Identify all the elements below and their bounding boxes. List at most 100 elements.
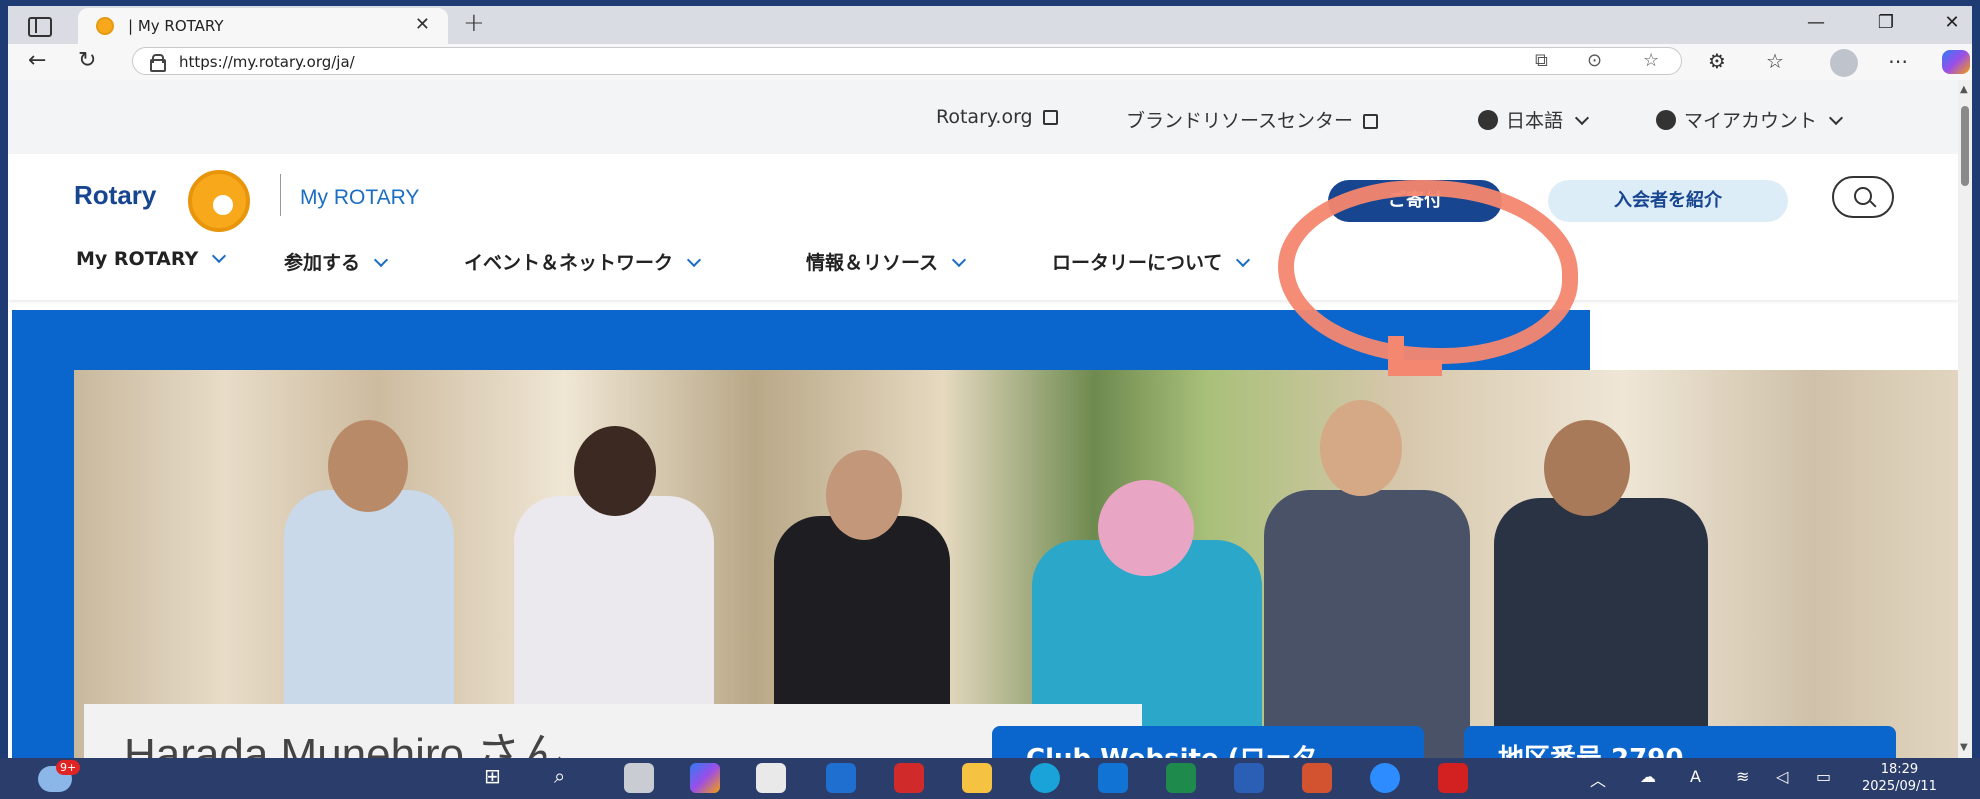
back-icon[interactable]: ← bbox=[28, 48, 46, 73]
scroll-up-icon[interactable]: ▲ bbox=[1960, 84, 1968, 95]
rotary-wheel-icon[interactable] bbox=[188, 170, 250, 232]
scrollbar[interactable]: ▲ ▼ bbox=[1958, 80, 1972, 758]
nav-label: My ROTARY bbox=[76, 248, 199, 270]
my-rotary-logo-text[interactable]: My ROTARY bbox=[300, 186, 419, 210]
club-website-card[interactable]: Club Website (ロータ bbox=[992, 726, 1424, 758]
nav-resources[interactable]: 情報＆リソース bbox=[806, 248, 967, 275]
district-label: 地区番号 2790 bbox=[1498, 738, 1683, 758]
scrollbar-thumb[interactable] bbox=[1961, 106, 1969, 186]
copilot-icon[interactable] bbox=[1942, 50, 1970, 74]
minimize-icon[interactable]: — bbox=[1796, 12, 1836, 33]
edge-icon[interactable] bbox=[1030, 763, 1060, 793]
copilot-app-icon[interactable] bbox=[690, 763, 720, 793]
external-link-icon bbox=[1363, 114, 1379, 129]
battery-icon[interactable]: ▭ bbox=[1816, 767, 1831, 786]
word-icon[interactable] bbox=[1234, 763, 1264, 793]
rotary-favicon-icon bbox=[96, 17, 114, 35]
person-head bbox=[574, 426, 656, 516]
chevron-down-icon bbox=[1574, 110, 1590, 126]
person-figure bbox=[1264, 490, 1470, 758]
page-viewport: Rotary.org ブランドリソースセンター 日本語 マイアカウント Rota… bbox=[8, 80, 1972, 758]
extensions-icon[interactable]: ⚙ bbox=[1708, 49, 1726, 73]
restore-icon[interactable]: ❐ bbox=[1866, 12, 1906, 33]
acrobat-icon[interactable] bbox=[1438, 763, 1468, 793]
browser-tab[interactable]: | My ROTARY ✕ bbox=[78, 8, 448, 44]
search-icon[interactable]: ⌕ bbox=[554, 764, 565, 788]
globe-icon bbox=[1478, 110, 1498, 130]
person-figure bbox=[1494, 498, 1708, 758]
chevron-up-icon[interactable]: ︿ bbox=[1590, 767, 1606, 791]
mcafee-icon[interactable] bbox=[894, 763, 924, 793]
excel-icon[interactable] bbox=[1166, 763, 1196, 793]
nav-label: 情報＆リソース bbox=[806, 252, 939, 274]
person-head bbox=[1320, 400, 1402, 496]
hero-photo bbox=[74, 370, 1964, 758]
file-explorer-icon[interactable] bbox=[962, 763, 992, 793]
external-link-icon bbox=[1042, 110, 1058, 125]
nav-participate[interactable]: 参加する bbox=[284, 248, 389, 275]
brand-center-link[interactable]: ブランドリソースセンター bbox=[1126, 106, 1379, 133]
address-bar: ← ↻ https://my.rotary.org/ja/ ⧉ ⊙ ☆ ⚙ ☆ … bbox=[8, 44, 1972, 80]
zoom-icon[interactable] bbox=[1370, 763, 1400, 793]
tab-bar: | My ROTARY ✕ + — ❐ ✕ bbox=[8, 6, 1972, 44]
reader-mode-icon[interactable]: ⧉ bbox=[1535, 50, 1548, 71]
rotary-org-label: Rotary.org bbox=[936, 106, 1033, 128]
nav-events[interactable]: イベント＆ネットワーク bbox=[464, 248, 702, 275]
district-card[interactable]: 地区番号 2790 bbox=[1464, 726, 1896, 758]
nav-about[interactable]: ロータリーについて bbox=[1052, 248, 1251, 275]
language-selector[interactable]: 日本語 bbox=[1478, 106, 1590, 133]
clock[interactable]: 18:29 2025/09/11 bbox=[1862, 761, 1937, 795]
tab-title: | My ROTARY bbox=[128, 17, 224, 35]
favorites-icon[interactable]: ☆ bbox=[1766, 49, 1784, 73]
outlook-icon[interactable] bbox=[1098, 763, 1128, 793]
rotary-logo-text[interactable]: Rotary bbox=[74, 180, 156, 211]
chevron-down-icon bbox=[951, 252, 967, 268]
tab-actions-icon[interactable] bbox=[26, 14, 52, 37]
brand-center-label: ブランドリソースセンター bbox=[1126, 110, 1354, 132]
person-head bbox=[1544, 420, 1630, 516]
clock-time: 18:29 bbox=[1880, 762, 1919, 777]
store-icon[interactable] bbox=[756, 763, 786, 793]
welcome-card: Harada Munehiro さん bbox=[84, 704, 1142, 758]
taskbar: 9+ ⊞ ⌕ ︿ ☁ A ≋ ◁ ▭ 18:29 2025/09/11 bbox=[0, 758, 1980, 799]
chevron-down-icon bbox=[1828, 110, 1844, 126]
profile-avatar[interactable] bbox=[1830, 49, 1858, 77]
powerpoint-icon[interactable] bbox=[1302, 763, 1332, 793]
url-field[interactable]: https://my.rotary.org/ja/ ⧉ ⊙ ☆ bbox=[132, 47, 1682, 75]
new-tab-button[interactable]: + bbox=[463, 8, 485, 38]
club-website-label: Club Website (ロータ bbox=[1026, 738, 1318, 758]
favorite-star-icon[interactable]: ☆ bbox=[1643, 50, 1659, 71]
search-icon[interactable] bbox=[1832, 176, 1894, 218]
rotary-org-link[interactable]: Rotary.org bbox=[936, 106, 1058, 128]
ime-icon[interactable]: A bbox=[1690, 767, 1701, 786]
nav-label: ロータリーについて bbox=[1052, 252, 1223, 274]
scroll-down-icon[interactable]: ▼ bbox=[1960, 742, 1968, 753]
more-url-actions-icon[interactable]: ⊙ bbox=[1587, 50, 1602, 71]
account-label: マイアカウント bbox=[1684, 110, 1818, 132]
app-icon[interactable] bbox=[826, 763, 856, 793]
nav-my-rotary[interactable]: My ROTARY bbox=[76, 248, 227, 270]
refresh-icon[interactable]: ↻ bbox=[78, 48, 96, 73]
volume-icon[interactable]: ◁ bbox=[1776, 767, 1788, 786]
close-window-icon[interactable]: ✕ bbox=[1932, 12, 1972, 33]
welcome-name: Harada Munehiro さん bbox=[124, 730, 565, 758]
person-head bbox=[826, 450, 902, 540]
chevron-down-icon bbox=[373, 252, 389, 268]
language-label: 日本語 bbox=[1506, 110, 1564, 132]
logo-divider bbox=[280, 174, 281, 216]
chevron-down-icon bbox=[212, 248, 227, 264]
refer-member-button[interactable]: 入会者を紹介 bbox=[1548, 180, 1788, 222]
close-tab-icon[interactable]: ✕ bbox=[415, 14, 430, 35]
chevron-down-icon bbox=[686, 252, 702, 268]
windows-start-icon[interactable]: ⊞ bbox=[484, 764, 501, 788]
account-menu[interactable]: マイアカウント bbox=[1656, 106, 1844, 133]
nav-label: 参加する bbox=[284, 252, 361, 274]
nav-label: イベント＆ネットワーク bbox=[464, 252, 674, 274]
site-header: Rotary My ROTARY ご寄付 入会者を紹介 My ROTARY 参加… bbox=[8, 154, 1958, 300]
task-view-icon[interactable] bbox=[624, 763, 654, 793]
onedrive-icon[interactable]: ☁ bbox=[1640, 767, 1656, 786]
red-annotation-tail bbox=[1388, 336, 1442, 376]
wifi-icon[interactable]: ≋ bbox=[1736, 767, 1749, 786]
settings-more-icon[interactable]: ⋯ bbox=[1888, 49, 1908, 73]
lock-icon[interactable] bbox=[149, 54, 166, 72]
